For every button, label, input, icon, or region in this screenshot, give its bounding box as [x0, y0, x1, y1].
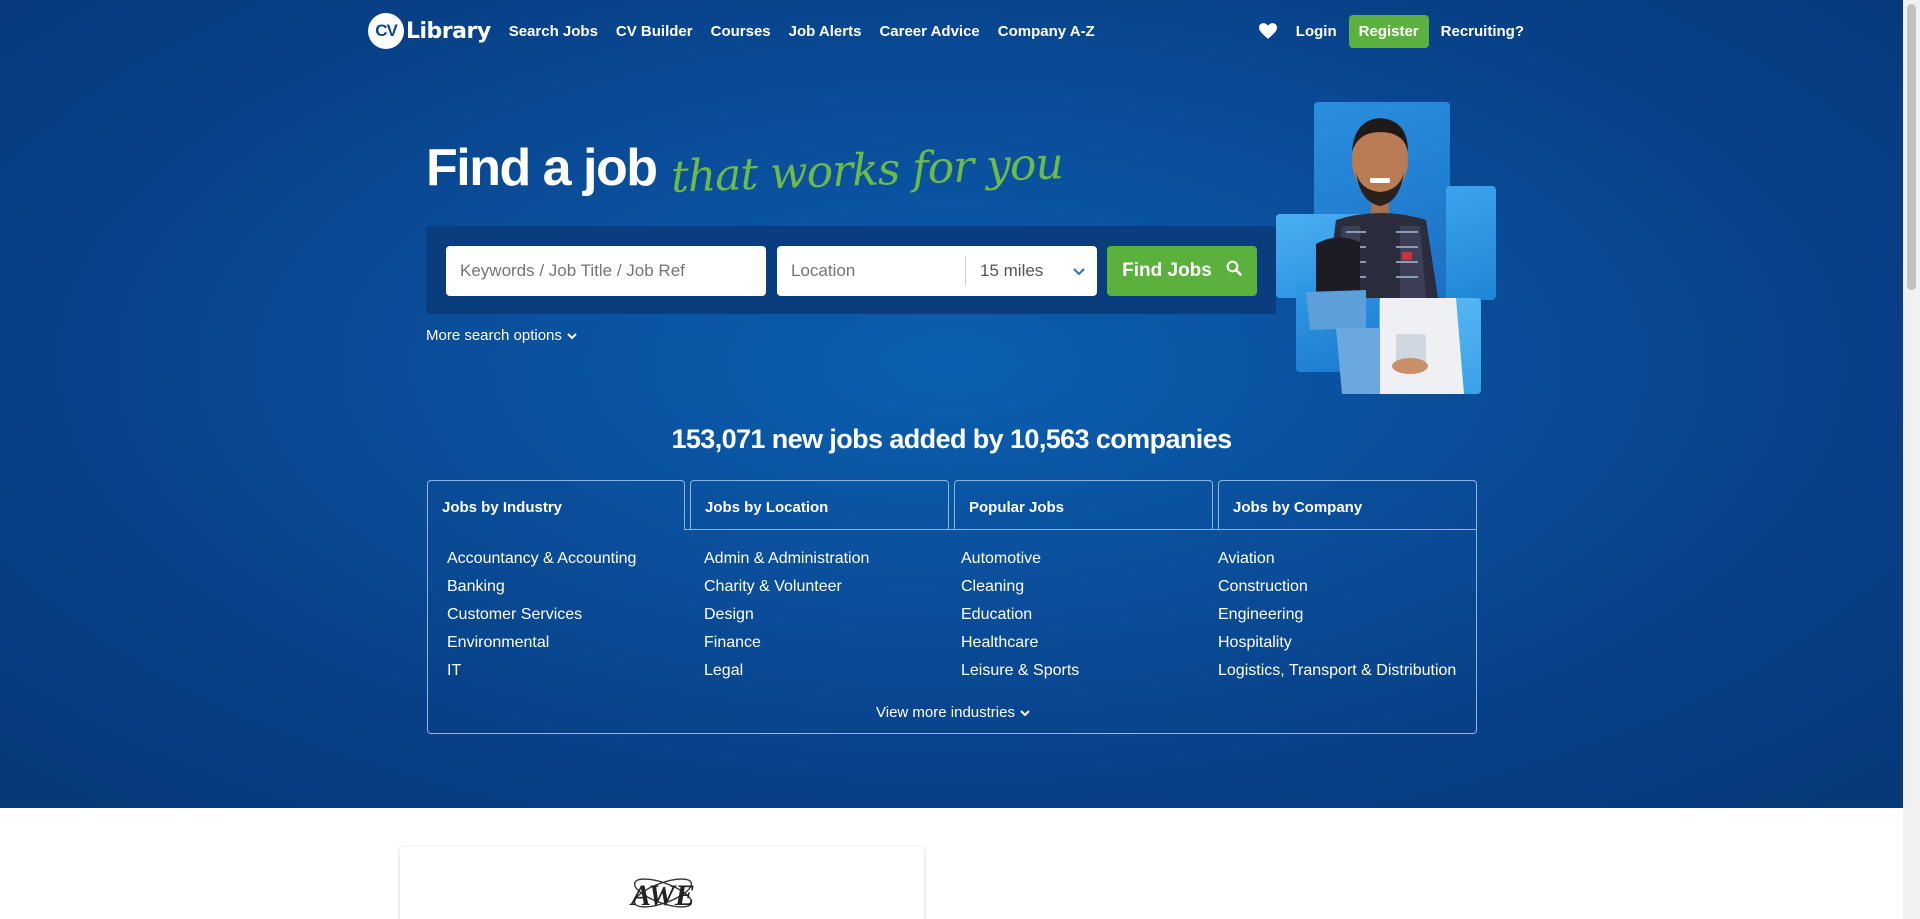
tab-jobs-by-industry[interactable]: Jobs by Industry: [427, 480, 685, 530]
nav-company-a-z[interactable]: Company A-Z: [998, 23, 1095, 40]
nav-career-advice[interactable]: Career Advice: [879, 23, 979, 40]
industry-link[interactable]: Leisure & Sports: [961, 661, 1218, 689]
industry-link[interactable]: Aviation: [1218, 549, 1475, 577]
industry-link[interactable]: Charity & Volunteer: [704, 577, 961, 605]
industry-columns: Accountancy & Accounting Banking Custome…: [447, 549, 1475, 689]
radius-select[interactable]: 15 miles: [966, 261, 1097, 281]
hero-headline: Find a job that works for you: [426, 138, 1063, 203]
industry-column: Admin & Administration Charity & Volunte…: [704, 549, 961, 689]
awe-logo-text: AWE: [629, 879, 695, 912]
more-search-options[interactable]: More search options: [426, 327, 577, 344]
industry-link[interactable]: Hospitality: [1218, 633, 1475, 661]
nav-search-jobs[interactable]: Search Jobs: [509, 23, 598, 40]
account-nav: Login Register Recruiting?: [1258, 14, 1524, 48]
industry-link[interactable]: Customer Services: [447, 605, 704, 633]
industry-link[interactable]: Engineering: [1218, 605, 1475, 633]
search-icon: [1212, 260, 1242, 282]
chevron-down-icon: [1073, 261, 1085, 281]
chevron-down-icon: [1015, 704, 1030, 721]
logo-badge: CV: [368, 13, 404, 49]
headline-main: Find a job: [426, 139, 658, 197]
main-nav: Search Jobs CV Builder Courses Job Alert…: [509, 23, 1113, 40]
more-search-options-label: More search options: [426, 327, 562, 344]
top-navigation: CV Library Search Jobs CV Builder Course…: [368, 10, 1524, 52]
industry-link[interactable]: Logistics, Transport & Distribution: [1218, 661, 1475, 689]
featured-employer-card[interactable]: AWE: [400, 847, 924, 919]
headline-tagline: that works for you: [669, 138, 1064, 203]
scrollbar-thumb[interactable]: [1907, 4, 1916, 290]
awe-logo: AWE: [629, 878, 695, 912]
industry-column: Aviation Construction Engineering Hospit…: [1218, 549, 1475, 689]
industry-link[interactable]: IT: [447, 661, 704, 689]
tab-popular-jobs[interactable]: Popular Jobs: [954, 480, 1213, 530]
industry-column: Automotive Cleaning Education Healthcare…: [961, 549, 1218, 689]
industry-link[interactable]: Healthcare: [961, 633, 1218, 661]
recruiting-link[interactable]: Recruiting?: [1441, 23, 1524, 40]
find-jobs-label: Find Jobs: [1122, 260, 1212, 281]
industry-column: Accountancy & Accounting Banking Custome…: [447, 549, 704, 689]
view-more-label: View more industries: [876, 704, 1015, 721]
logo-text: Library: [406, 18, 491, 44]
view-more-industries[interactable]: View more industries: [428, 704, 1478, 721]
nav-courses[interactable]: Courses: [711, 23, 771, 40]
cv-library-logo[interactable]: CV Library: [368, 10, 491, 52]
chevron-down-icon: [562, 327, 577, 344]
keywords-input[interactable]: [446, 246, 766, 296]
industry-panel: Accountancy & Accounting Banking Custome…: [427, 529, 1477, 734]
industry-link[interactable]: Automotive: [961, 549, 1218, 577]
browse-jobs-tabs: Jobs by Industry Jobs by Location Popula…: [427, 480, 1477, 734]
location-input[interactable]: [777, 246, 965, 296]
location-group: 15 miles: [777, 246, 1097, 296]
nav-cv-builder[interactable]: CV Builder: [616, 23, 693, 40]
industry-link[interactable]: Legal: [704, 661, 961, 689]
industry-link[interactable]: Environmental: [447, 633, 704, 661]
register-button[interactable]: Register: [1348, 14, 1429, 48]
industry-link[interactable]: Design: [704, 605, 961, 633]
worker-photo: [1306, 118, 1464, 394]
jobs-stats-heading: 153,071 new jobs added by 10,563 compani…: [671, 424, 1232, 454]
industry-link[interactable]: Education: [961, 605, 1218, 633]
hero-photo-collage: [1276, 102, 1498, 394]
tab-jobs-by-location[interactable]: Jobs by Location: [690, 480, 949, 530]
tabs-divider: [685, 529, 1477, 530]
industry-link[interactable]: Accountancy & Accounting: [447, 549, 704, 577]
nav-job-alerts[interactable]: Job Alerts: [789, 23, 862, 40]
login-link[interactable]: Login: [1296, 23, 1337, 40]
heart-icon[interactable]: [1258, 21, 1278, 41]
industry-link[interactable]: Banking: [447, 577, 704, 605]
find-jobs-button[interactable]: Find Jobs: [1107, 246, 1257, 296]
industry-link[interactable]: Admin & Administration: [704, 549, 961, 577]
radius-value: 15 miles: [980, 261, 1044, 280]
industry-link[interactable]: Cleaning: [961, 577, 1218, 605]
industry-link[interactable]: Finance: [704, 633, 961, 661]
industry-link[interactable]: Construction: [1218, 577, 1475, 605]
job-search-form: 15 miles Find Jobs: [426, 226, 1276, 314]
hero-section: CV Library Search Jobs CV Builder Course…: [0, 0, 1903, 808]
page-scrollbar[interactable]: [1903, 0, 1920, 919]
tab-jobs-by-company[interactable]: Jobs by Company: [1218, 480, 1477, 530]
